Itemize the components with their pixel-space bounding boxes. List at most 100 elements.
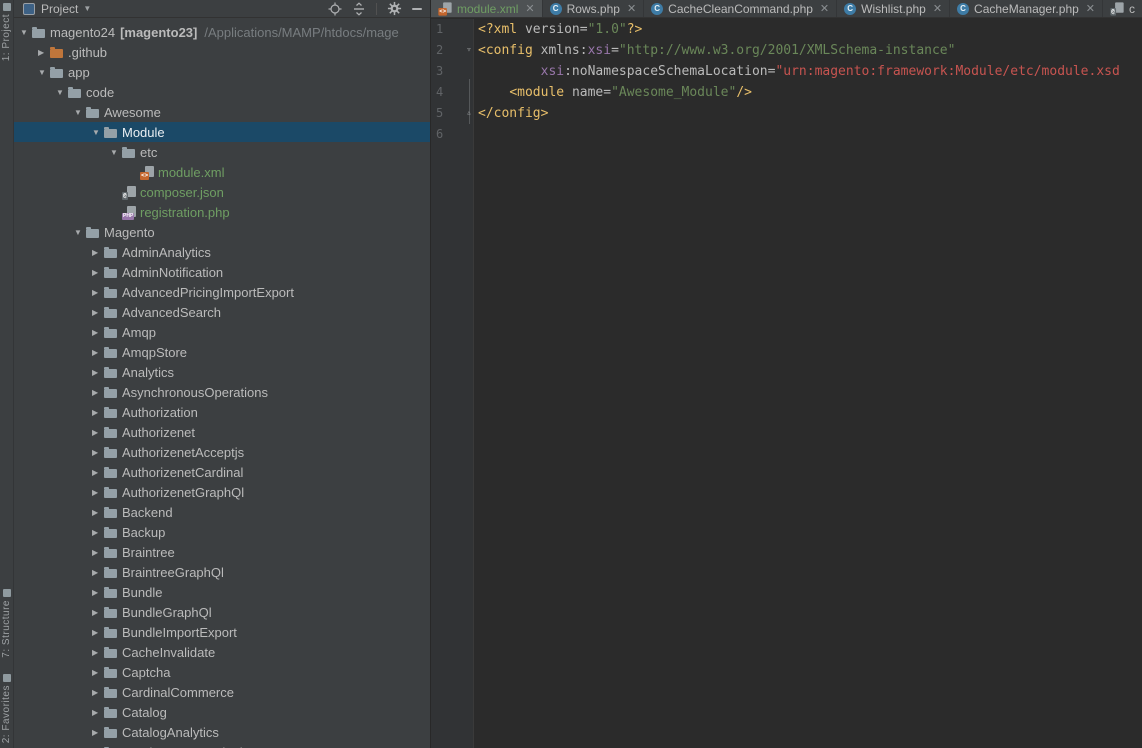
chevron-collapsed-icon[interactable]: ▶	[90, 388, 104, 397]
chevron-collapsed-icon[interactable]: ▶	[90, 668, 104, 677]
chevron-collapsed-icon[interactable]: ▶	[90, 368, 104, 377]
close-icon[interactable]: ✕	[525, 2, 534, 15]
chevron-collapsed-icon[interactable]: ▶	[90, 408, 104, 417]
chevron-collapsed-icon[interactable]: ▶	[90, 708, 104, 717]
tree-item-cacheinvalidate[interactable]: ▶CacheInvalidate	[14, 642, 430, 662]
tree-item-code[interactable]: ▼code	[14, 82, 430, 102]
tree-item-bundle[interactable]: ▶Bundle	[14, 582, 430, 602]
tree-item-authorizenet[interactable]: ▶Authorizenet	[14, 422, 430, 442]
tree-item-braintreegraphql[interactable]: ▶BraintreeGraphQl	[14, 562, 430, 582]
tree-item-authorizenetgraphql[interactable]: ▶ AuthorizenetGraphQl	[14, 482, 430, 502]
stripe-structure-button[interactable]: 7: Structure	[0, 586, 13, 661]
tree-item-label: AuthorizenetGraphQl	[122, 485, 244, 500]
project-path: /Applications/MAMP/htdocs/mage	[204, 25, 398, 40]
tool-window-stripe: 1: Project 7: Structure 2: Favorites	[0, 0, 14, 748]
fold-marker-icon[interactable]: ▿	[464, 40, 474, 61]
close-icon[interactable]: ✕	[1086, 2, 1095, 15]
chevron-expanded-icon[interactable]: ▼	[54, 88, 68, 97]
editor-tab-module.xml[interactable]: <>module.xml✕	[431, 0, 543, 17]
chevron-collapsed-icon[interactable]: ▶	[90, 608, 104, 617]
stripe-structure-label: 7: Structure	[1, 600, 12, 658]
chevron-collapsed-icon[interactable]: ▶	[90, 508, 104, 517]
tree-item-braintree[interactable]: ▶Braintree	[14, 542, 430, 562]
locate-icon[interactable]	[328, 2, 342, 16]
tree-item-composer.json[interactable]: @composer.json	[14, 182, 430, 202]
chevron-collapsed-icon[interactable]: ▶	[90, 268, 104, 277]
tree-item-app[interactable]: ▼ app	[14, 62, 430, 82]
chevron-collapsed-icon[interactable]: ▶	[90, 448, 104, 457]
tree-item-magento[interactable]: ▼Magento	[14, 222, 430, 242]
tree-item-label: app	[68, 65, 90, 80]
tree-item-registration.php[interactable]: PHPregistration.php	[14, 202, 430, 222]
chevron-collapsed-icon[interactable]: ▶	[90, 328, 104, 337]
editor-tab-c[interactable]: @c	[1103, 0, 1142, 17]
collapse-all-icon[interactable]	[352, 2, 366, 16]
tree-item-magento24[interactable]: ▼magento24[magento23]/Applications/MAMP/…	[14, 22, 430, 42]
chevron-collapsed-icon[interactable]: ▶	[90, 648, 104, 657]
tree-item-amqp[interactable]: ▶Amqp	[14, 322, 430, 342]
chevron-expanded-icon[interactable]: ▼	[108, 148, 122, 157]
stripe-favorites-button[interactable]: 2: Favorites	[0, 671, 13, 746]
hide-panel-icon[interactable]	[412, 8, 422, 10]
chevron-collapsed-icon[interactable]: ▶	[90, 568, 104, 577]
tree-item-module[interactable]: ▼Module	[14, 122, 430, 142]
chevron-collapsed-icon[interactable]: ▶	[90, 588, 104, 597]
code-editor[interactable]: 1<?xml version="1.0"?>2▿<config xmlns:xs…	[431, 19, 1142, 748]
chevron-collapsed-icon[interactable]: ▶	[90, 528, 104, 537]
tree-item-cardinalcommerce[interactable]: ▶CardinalCommerce	[14, 682, 430, 702]
chevron-collapsed-icon[interactable]: ▶	[90, 468, 104, 477]
settings-gear-icon[interactable]	[387, 1, 402, 16]
tree-item-etc[interactable]: ▼etc	[14, 142, 430, 162]
tree-item-backend[interactable]: ▶Backend	[14, 502, 430, 522]
chevron-expanded-icon[interactable]: ▼	[18, 28, 32, 37]
close-icon[interactable]: ✕	[933, 2, 942, 15]
folder-icon	[50, 66, 64, 79]
tree-item-adminnotification[interactable]: ▶AdminNotification	[14, 262, 430, 282]
tree-item-advancedsearch[interactable]: ▶AdvancedSearch	[14, 302, 430, 322]
tree-item-adminanalytics[interactable]: ▶AdminAnalytics	[14, 242, 430, 262]
tree-item-module.xml[interactable]: <>module.xml	[14, 162, 430, 182]
tree-item-awesome[interactable]: ▼Awesome	[14, 102, 430, 122]
tree-item-catalog[interactable]: ▶Catalog	[14, 702, 430, 722]
chevron-collapsed-icon[interactable]: ▶	[90, 308, 104, 317]
tree-item-bundleimportexport[interactable]: ▶BundleImportExport	[14, 622, 430, 642]
chevron-collapsed-icon[interactable]: ▶	[90, 628, 104, 637]
folder-icon	[68, 86, 82, 99]
tree-item-advancedpricingimportexport[interactable]: ▶AdvancedPricingImportExport	[14, 282, 430, 302]
tree-item-cataloganalytics[interactable]: ▶CatalogAnalytics	[14, 722, 430, 742]
close-icon[interactable]: ✕	[627, 2, 636, 15]
tree-item-asynchronousoperations[interactable]: ▶AsynchronousOperations	[14, 382, 430, 402]
editor-tab-cachecleancommand.php[interactable]: CCacheCleanCommand.php✕	[644, 0, 837, 17]
tree-item-amqpstore[interactable]: ▶AmqpStore	[14, 342, 430, 362]
chevron-expanded-icon[interactable]: ▼	[90, 128, 104, 137]
tree-item-catalogcmsgraphql[interactable]: ▶CatalogCmsGraphQl	[14, 742, 430, 748]
chevron-expanded-icon[interactable]: ▼	[72, 228, 86, 237]
editor-tab-cachemanager.php[interactable]: CCacheManager.php✕	[950, 0, 1103, 17]
chevron-collapsed-icon[interactable]: ▶	[36, 48, 50, 57]
tree-item-authorizenetcardinal[interactable]: ▶AuthorizenetCardinal	[14, 462, 430, 482]
tree-item-authorization[interactable]: ▶Authorization	[14, 402, 430, 422]
tree-item-.github[interactable]: ▶.github	[14, 42, 430, 62]
chevron-collapsed-icon[interactable]: ▶	[90, 728, 104, 737]
chevron-collapsed-icon[interactable]: ▶	[90, 488, 104, 497]
editor-tab-wishlist.php[interactable]: CWishlist.php✕	[837, 0, 950, 17]
folder-icon	[104, 126, 118, 139]
tree-item-backup[interactable]: ▶Backup	[14, 522, 430, 542]
chevron-collapsed-icon[interactable]: ▶	[90, 248, 104, 257]
chevron-collapsed-icon[interactable]: ▶	[90, 548, 104, 557]
project-panel-title[interactable]: Project	[41, 2, 78, 16]
chevron-collapsed-icon[interactable]: ▶	[90, 348, 104, 357]
chevron-collapsed-icon[interactable]: ▶	[90, 428, 104, 437]
chevron-collapsed-icon[interactable]: ▶	[90, 688, 104, 697]
tree-item-authorizenetacceptjs[interactable]: ▶AuthorizenetAcceptjs	[14, 442, 430, 462]
fold-marker-icon[interactable]: ▵	[464, 103, 474, 124]
close-icon[interactable]: ✕	[820, 2, 829, 15]
editor-tab-rows.php[interactable]: CRows.php✕	[543, 0, 645, 17]
stripe-project-button[interactable]: 1: Project	[0, 0, 13, 64]
chevron-expanded-icon[interactable]: ▼	[36, 68, 50, 77]
tree-item-analytics[interactable]: ▶Analytics	[14, 362, 430, 382]
tree-item-captcha[interactable]: ▶Captcha	[14, 662, 430, 682]
tree-item-bundlegraphql[interactable]: ▶BundleGraphQl	[14, 602, 430, 622]
chevron-collapsed-icon[interactable]: ▶	[90, 288, 104, 297]
chevron-expanded-icon[interactable]: ▼	[72, 108, 86, 117]
